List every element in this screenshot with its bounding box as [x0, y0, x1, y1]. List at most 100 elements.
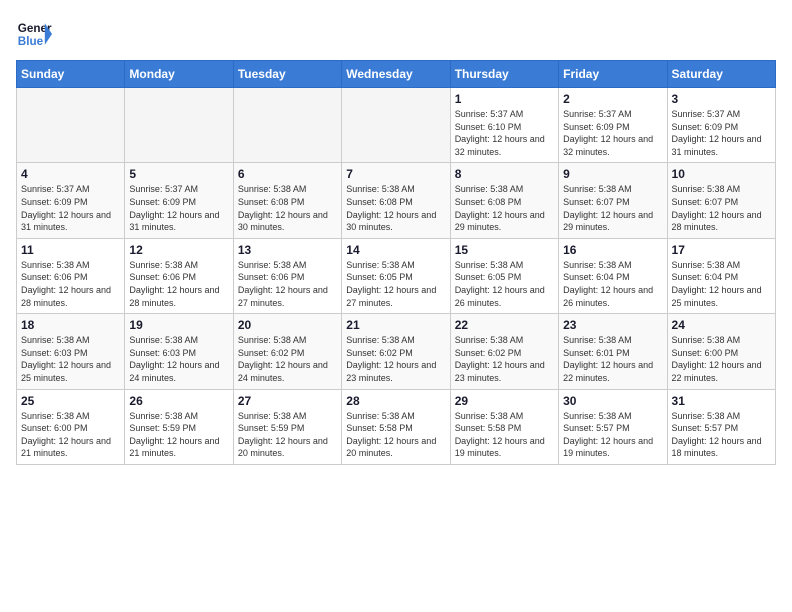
day-number: 23	[563, 318, 662, 332]
day-info: Sunrise: 5:38 AM Sunset: 5:58 PM Dayligh…	[455, 410, 554, 460]
day-number: 4	[21, 167, 120, 181]
day-number: 8	[455, 167, 554, 181]
calendar-day-cell: 5 Sunrise: 5:37 AM Sunset: 6:09 PM Dayli…	[125, 163, 233, 238]
svg-text:Blue: Blue	[18, 35, 44, 48]
day-info: Sunrise: 5:38 AM Sunset: 6:06 PM Dayligh…	[21, 259, 120, 309]
day-number: 9	[563, 167, 662, 181]
day-number: 11	[21, 243, 120, 257]
day-info: Sunrise: 5:37 AM Sunset: 6:09 PM Dayligh…	[21, 183, 120, 233]
calendar-day-cell: 12 Sunrise: 5:38 AM Sunset: 6:06 PM Dayl…	[125, 238, 233, 313]
day-info: Sunrise: 5:38 AM Sunset: 6:07 PM Dayligh…	[563, 183, 662, 233]
calendar-day-cell: 17 Sunrise: 5:38 AM Sunset: 6:04 PM Dayl…	[667, 238, 775, 313]
day-number: 27	[238, 394, 337, 408]
col-header-friday: Friday	[559, 61, 667, 88]
calendar-table: SundayMondayTuesdayWednesdayThursdayFrid…	[16, 60, 776, 465]
logo-icon: General Blue	[16, 16, 52, 52]
calendar-day-cell: 30 Sunrise: 5:38 AM Sunset: 5:57 PM Dayl…	[559, 389, 667, 464]
day-number: 17	[672, 243, 771, 257]
calendar-day-cell: 19 Sunrise: 5:38 AM Sunset: 6:03 PM Dayl…	[125, 314, 233, 389]
day-info: Sunrise: 5:38 AM Sunset: 5:57 PM Dayligh…	[672, 410, 771, 460]
calendar-day-cell: 27 Sunrise: 5:38 AM Sunset: 5:59 PM Dayl…	[233, 389, 341, 464]
calendar-week-row: 18 Sunrise: 5:38 AM Sunset: 6:03 PM Dayl…	[17, 314, 776, 389]
calendar-day-cell	[342, 88, 450, 163]
day-number: 15	[455, 243, 554, 257]
day-info: Sunrise: 5:38 AM Sunset: 6:03 PM Dayligh…	[21, 334, 120, 384]
calendar-day-cell	[125, 88, 233, 163]
day-info: Sunrise: 5:38 AM Sunset: 6:05 PM Dayligh…	[455, 259, 554, 309]
calendar-header-row: SundayMondayTuesdayWednesdayThursdayFrid…	[17, 61, 776, 88]
calendar-day-cell: 10 Sunrise: 5:38 AM Sunset: 6:07 PM Dayl…	[667, 163, 775, 238]
calendar-day-cell: 21 Sunrise: 5:38 AM Sunset: 6:02 PM Dayl…	[342, 314, 450, 389]
calendar-day-cell: 24 Sunrise: 5:38 AM Sunset: 6:00 PM Dayl…	[667, 314, 775, 389]
day-info: Sunrise: 5:38 AM Sunset: 6:06 PM Dayligh…	[238, 259, 337, 309]
col-header-monday: Monday	[125, 61, 233, 88]
day-info: Sunrise: 5:38 AM Sunset: 6:02 PM Dayligh…	[238, 334, 337, 384]
calendar-day-cell: 26 Sunrise: 5:38 AM Sunset: 5:59 PM Dayl…	[125, 389, 233, 464]
calendar-day-cell: 18 Sunrise: 5:38 AM Sunset: 6:03 PM Dayl…	[17, 314, 125, 389]
day-info: Sunrise: 5:38 AM Sunset: 6:00 PM Dayligh…	[672, 334, 771, 384]
day-number: 20	[238, 318, 337, 332]
calendar-day-cell: 20 Sunrise: 5:38 AM Sunset: 6:02 PM Dayl…	[233, 314, 341, 389]
day-info: Sunrise: 5:38 AM Sunset: 5:57 PM Dayligh…	[563, 410, 662, 460]
day-info: Sunrise: 5:38 AM Sunset: 6:05 PM Dayligh…	[346, 259, 445, 309]
calendar-week-row: 25 Sunrise: 5:38 AM Sunset: 6:00 PM Dayl…	[17, 389, 776, 464]
calendar-day-cell: 11 Sunrise: 5:38 AM Sunset: 6:06 PM Dayl…	[17, 238, 125, 313]
calendar-day-cell: 13 Sunrise: 5:38 AM Sunset: 6:06 PM Dayl…	[233, 238, 341, 313]
calendar-day-cell: 22 Sunrise: 5:38 AM Sunset: 6:02 PM Dayl…	[450, 314, 558, 389]
day-info: Sunrise: 5:37 AM Sunset: 6:10 PM Dayligh…	[455, 108, 554, 158]
day-number: 22	[455, 318, 554, 332]
calendar-day-cell: 15 Sunrise: 5:38 AM Sunset: 6:05 PM Dayl…	[450, 238, 558, 313]
day-number: 6	[238, 167, 337, 181]
day-number: 7	[346, 167, 445, 181]
day-number: 26	[129, 394, 228, 408]
day-number: 28	[346, 394, 445, 408]
col-header-saturday: Saturday	[667, 61, 775, 88]
day-number: 2	[563, 92, 662, 106]
day-number: 10	[672, 167, 771, 181]
calendar-day-cell: 6 Sunrise: 5:38 AM Sunset: 6:08 PM Dayli…	[233, 163, 341, 238]
logo: General Blue	[16, 16, 52, 52]
calendar-day-cell: 7 Sunrise: 5:38 AM Sunset: 6:08 PM Dayli…	[342, 163, 450, 238]
day-number: 31	[672, 394, 771, 408]
day-number: 12	[129, 243, 228, 257]
day-number: 29	[455, 394, 554, 408]
day-info: Sunrise: 5:38 AM Sunset: 6:02 PM Dayligh…	[346, 334, 445, 384]
day-info: Sunrise: 5:38 AM Sunset: 5:58 PM Dayligh…	[346, 410, 445, 460]
page-header: General Blue	[16, 16, 776, 52]
calendar-day-cell: 16 Sunrise: 5:38 AM Sunset: 6:04 PM Dayl…	[559, 238, 667, 313]
day-number: 30	[563, 394, 662, 408]
calendar-day-cell: 14 Sunrise: 5:38 AM Sunset: 6:05 PM Dayl…	[342, 238, 450, 313]
day-info: Sunrise: 5:37 AM Sunset: 6:09 PM Dayligh…	[563, 108, 662, 158]
day-info: Sunrise: 5:38 AM Sunset: 5:59 PM Dayligh…	[129, 410, 228, 460]
calendar-day-cell: 29 Sunrise: 5:38 AM Sunset: 5:58 PM Dayl…	[450, 389, 558, 464]
day-number: 21	[346, 318, 445, 332]
calendar-week-row: 1 Sunrise: 5:37 AM Sunset: 6:10 PM Dayli…	[17, 88, 776, 163]
day-info: Sunrise: 5:38 AM Sunset: 5:59 PM Dayligh…	[238, 410, 337, 460]
day-number: 3	[672, 92, 771, 106]
day-info: Sunrise: 5:38 AM Sunset: 6:08 PM Dayligh…	[455, 183, 554, 233]
calendar-week-row: 4 Sunrise: 5:37 AM Sunset: 6:09 PM Dayli…	[17, 163, 776, 238]
day-number: 5	[129, 167, 228, 181]
day-info: Sunrise: 5:38 AM Sunset: 6:01 PM Dayligh…	[563, 334, 662, 384]
calendar-day-cell: 2 Sunrise: 5:37 AM Sunset: 6:09 PM Dayli…	[559, 88, 667, 163]
col-header-tuesday: Tuesday	[233, 61, 341, 88]
calendar-day-cell: 9 Sunrise: 5:38 AM Sunset: 6:07 PM Dayli…	[559, 163, 667, 238]
day-number: 16	[563, 243, 662, 257]
calendar-day-cell	[17, 88, 125, 163]
day-number: 13	[238, 243, 337, 257]
calendar-day-cell: 4 Sunrise: 5:37 AM Sunset: 6:09 PM Dayli…	[17, 163, 125, 238]
calendar-day-cell: 1 Sunrise: 5:37 AM Sunset: 6:10 PM Dayli…	[450, 88, 558, 163]
calendar-day-cell: 28 Sunrise: 5:38 AM Sunset: 5:58 PM Dayl…	[342, 389, 450, 464]
day-info: Sunrise: 5:38 AM Sunset: 6:07 PM Dayligh…	[672, 183, 771, 233]
calendar-week-row: 11 Sunrise: 5:38 AM Sunset: 6:06 PM Dayl…	[17, 238, 776, 313]
calendar-day-cell: 23 Sunrise: 5:38 AM Sunset: 6:01 PM Dayl…	[559, 314, 667, 389]
calendar-day-cell: 8 Sunrise: 5:38 AM Sunset: 6:08 PM Dayli…	[450, 163, 558, 238]
day-number: 14	[346, 243, 445, 257]
day-info: Sunrise: 5:38 AM Sunset: 6:08 PM Dayligh…	[346, 183, 445, 233]
col-header-sunday: Sunday	[17, 61, 125, 88]
calendar-day-cell: 31 Sunrise: 5:38 AM Sunset: 5:57 PM Dayl…	[667, 389, 775, 464]
day-info: Sunrise: 5:38 AM Sunset: 6:03 PM Dayligh…	[129, 334, 228, 384]
day-info: Sunrise: 5:37 AM Sunset: 6:09 PM Dayligh…	[672, 108, 771, 158]
day-info: Sunrise: 5:38 AM Sunset: 6:08 PM Dayligh…	[238, 183, 337, 233]
day-info: Sunrise: 5:37 AM Sunset: 6:09 PM Dayligh…	[129, 183, 228, 233]
